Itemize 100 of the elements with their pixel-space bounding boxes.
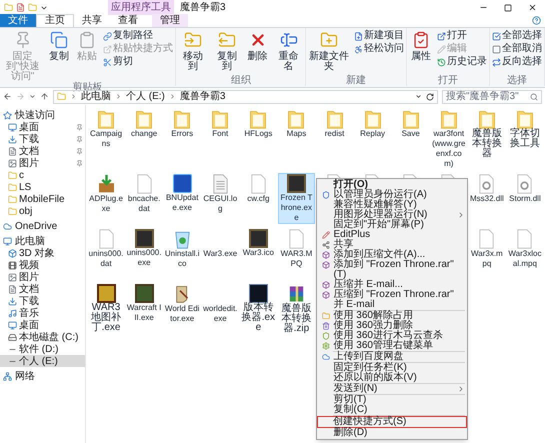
- maximize-icon[interactable]: [504, 4, 512, 12]
- nav-item[interactable]: 软件 (D:): [0, 343, 85, 355]
- file-item[interactable]: worldedit.exe: [202, 283, 239, 325]
- file-item[interactable]: WAR3.MPQ: [278, 228, 315, 270]
- nav-item[interactable]: 此电脑: [0, 235, 85, 247]
- ribbon-button[interactable]: 轻松访问: [354, 43, 404, 55]
- menu-item[interactable]: 压缩到 "Frozen Throne.rar" 并 E-mail: [317, 290, 467, 310]
- file-item[interactable]: Save: [392, 108, 430, 140]
- ribbon-button[interactable]: 复制到: [212, 30, 242, 75]
- menu-item[interactable]: 删除(D): [317, 428, 467, 438]
- menu-item[interactable]: 上传到百度网盘: [317, 352, 467, 362]
- ribbon-button[interactable]: 复制: [47, 30, 72, 82]
- menu-item[interactable]: 共享: [317, 240, 467, 250]
- ribbon-button[interactable]: 移动到: [178, 30, 208, 75]
- nav-item[interactable]: 图片: [0, 157, 85, 169]
- ribbon-tab[interactable]: 查看: [110, 14, 146, 27]
- nav-item[interactable]: MobileFile: [0, 193, 85, 205]
- ribbon-button[interactable]: 复制路径: [103, 30, 174, 42]
- nav-item[interactable]: 下载: [0, 133, 85, 145]
- menu-item[interactable]: 使用 360解除占用: [317, 311, 467, 321]
- breadcrumb[interactable]: 魔兽争霸3: [180, 89, 226, 104]
- menu-item[interactable]: EditPlus: [317, 230, 467, 240]
- file-item[interactable]: 魔兽版本转换器.zip: [278, 283, 315, 335]
- nav-item[interactable]: 图片: [0, 271, 85, 283]
- file-item[interactable]: Campaigns: [88, 108, 125, 150]
- menu-item[interactable]: 使用 360强力删除: [317, 321, 467, 331]
- file-item[interactable]: BNUpdate.exe: [164, 173, 201, 214]
- nav-item[interactable]: 文档: [0, 283, 85, 295]
- file-item[interactable]: ADPlug.exe: [88, 173, 125, 215]
- nav-item[interactable]: LS: [0, 181, 85, 193]
- nav-item[interactable]: 个人 (E:): [0, 355, 85, 367]
- file-item[interactable]: 魔兽版本转换器: [468, 108, 506, 160]
- file-item[interactable]: war3font(www.greenxf.com): [430, 108, 468, 170]
- menu-item[interactable]: 打开(O): [317, 180, 467, 190]
- nav-item[interactable]: 网络: [0, 370, 85, 382]
- file-item[interactable]: redist: [316, 108, 354, 140]
- file-item[interactable]: Storm.dll: [506, 173, 544, 205]
- ribbon-button[interactable]: 新建项目: [354, 30, 404, 42]
- menu-item[interactable]: 兼容性疑难解答(Y): [317, 200, 467, 210]
- ribbon-button[interactable]: 打开: [437, 30, 487, 42]
- menu-item[interactable]: 剪切(T): [317, 395, 467, 405]
- close-icon[interactable]: [528, 3, 537, 12]
- nav-item[interactable]: 下载: [0, 295, 85, 307]
- ribbon-button[interactable]: 反向选择: [492, 56, 542, 68]
- file-item[interactable]: Warcraft III.exe: [126, 283, 163, 324]
- file-item[interactable]: Replay: [354, 108, 392, 140]
- file-item[interactable]: Errors: [164, 108, 201, 140]
- nav-item[interactable]: 文档: [0, 145, 85, 157]
- file-item[interactable]: War3x.mpq: [468, 228, 506, 270]
- search-field[interactable]: 搜索"魔兽争霸3": [442, 90, 542, 104]
- file-item[interactable]: Mss32.dll: [468, 173, 506, 205]
- nav-item[interactable]: OneDrive: [0, 220, 85, 232]
- breadcrumb[interactable]: 个人 (E:): [126, 89, 165, 104]
- menu-item[interactable]: 使用 360进行木马云查杀: [317, 331, 467, 341]
- ribbon-button[interactable]: 剪切: [103, 56, 174, 68]
- nav-item[interactable]: 快速访问: [0, 109, 85, 121]
- ribbon-button[interactable]: 属性: [409, 30, 433, 75]
- menu-item[interactable]: 以管理员身份运行(A): [317, 190, 467, 200]
- menu-item[interactable]: 复制(C): [317, 405, 467, 415]
- up-icon[interactable]: [40, 92, 49, 101]
- nav-item[interactable]: 音乐: [0, 307, 85, 319]
- ribbon-tab[interactable]: 共享: [74, 14, 110, 27]
- menu-item[interactable]: 固定到"开始"屏幕(P): [317, 220, 467, 230]
- file-item[interactable]: Font: [202, 108, 239, 140]
- file-item[interactable]: Maps: [278, 108, 315, 140]
- nav-item[interactable]: 本地磁盘 (C:): [0, 331, 85, 343]
- ribbon-button[interactable]: 历史记录: [437, 56, 487, 68]
- menu-item[interactable]: 发送到(N): [317, 384, 467, 394]
- file-item[interactable]: bncache.dat: [126, 173, 163, 215]
- file-item[interactable]: War3xlocal.mpq: [506, 228, 544, 270]
- file-item[interactable]: WAR3地图补丁.exe: [88, 283, 125, 334]
- caret-icon[interactable]: [29, 93, 36, 100]
- breadcrumb[interactable]: 此电脑: [81, 89, 111, 104]
- file-item[interactable]: 版本转换器.exe: [240, 283, 277, 334]
- ribbon-button[interactable]: 重命名: [274, 30, 304, 75]
- file-item[interactable]: HFLogs: [240, 108, 277, 140]
- nav-item[interactable]: obj: [0, 205, 85, 217]
- file-item[interactable]: World Editor.exe: [164, 283, 201, 325]
- file-item[interactable]: War3.exe: [202, 228, 239, 260]
- nav-item[interactable]: 3D 对象: [0, 247, 85, 259]
- file-item[interactable]: cw.cfg: [240, 173, 277, 205]
- file-item[interactable]: Uninstall.ico: [164, 228, 201, 270]
- ribbon-button[interactable]: 全部选择: [492, 30, 542, 42]
- menu-item[interactable]: 用图形处理器运行(N): [317, 210, 467, 220]
- address-bar[interactable]: 此电脑 个人 (E:) 魔兽争霸3: [53, 90, 438, 104]
- ribbon-button[interactable]: 新建文件夹: [308, 30, 350, 75]
- nav-item[interactable]: c: [0, 169, 85, 181]
- file-item[interactable]: 字体切换工具: [506, 108, 544, 150]
- ribbon-tab[interactable]: 文件: [0, 14, 36, 27]
- ribbon-button[interactable]: 删除: [246, 30, 270, 75]
- nav-item[interactable]: 桌面: [0, 121, 85, 133]
- menu-item[interactable]: 创建快捷方式(S): [317, 416, 467, 428]
- menu-item[interactable]: 还原以前的版本(V): [317, 373, 467, 383]
- menu-item[interactable]: 添加到压缩文件(A)...: [317, 250, 467, 260]
- ribbon-button[interactable]: 全部取消: [492, 43, 542, 55]
- file-item[interactable]: unins000.exe: [126, 228, 163, 269]
- menu-item[interactable]: 添加到 "Frozen Throne.rar"(T): [317, 260, 467, 280]
- menu-item[interactable]: 固定到任务栏(K): [317, 363, 467, 373]
- ribbon-tab[interactable]: 管理: [152, 14, 188, 27]
- ribbon-tab[interactable]: 主页: [36, 14, 74, 27]
